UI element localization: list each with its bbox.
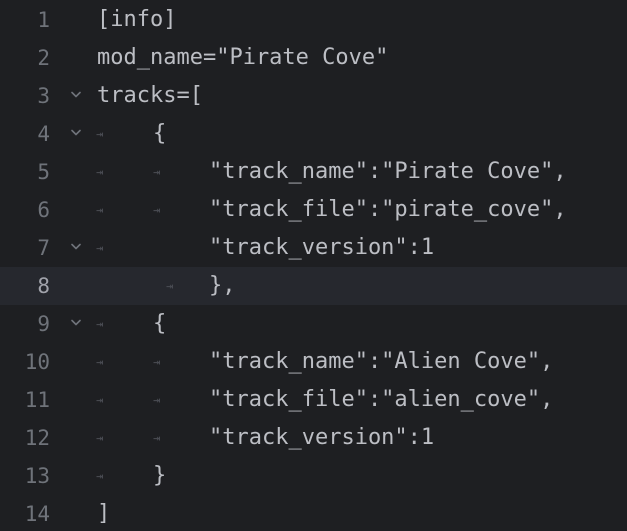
code-text: "track_name":"Alien Cove", [209,349,554,374]
line-number: 1 [37,8,50,32]
tab-marker-icon: ⇥ [153,355,161,369]
code-text: }, [209,273,236,298]
line-number: 8 [37,274,50,298]
tab-marker-icon: ⇥ [96,355,104,369]
line-number: 12 [24,426,50,450]
line-number: 5 [37,160,50,184]
editor-line[interactable]: 1 [info] [0,1,627,39]
editor-line[interactable]: 4 ⇥ { [0,115,627,153]
line-number: 7 [37,236,50,260]
editor-line[interactable]: 12 ⇥ ⇥ "track_version":1 [0,419,627,457]
editor-line[interactable]: 6 ⇥ ⇥ "track_file":"pirate_cove", [0,191,627,229]
code-text: } [153,463,167,488]
tab-marker-icon: ⇥ [153,165,161,179]
fold-chevron-icon[interactable] [71,319,81,328]
editor-line-current[interactable]: 8 ⇥ }, [0,267,627,305]
code-text: "track_file":"alien_cove", [209,387,554,412]
code-text: "track_name":"Pirate Cove", [209,159,567,184]
tab-marker-icon: ⇥ [96,431,104,445]
code-text: [info] [97,7,177,32]
fold-chevron-icon[interactable] [71,243,81,252]
line-number: 3 [37,84,50,108]
tab-marker-icon: ⇥ [96,127,104,141]
code-text: mod_name="Pirate Cove" [97,45,389,70]
code-text: ] [97,501,111,526]
tab-marker-icon: ⇥ [153,203,161,217]
tab-marker-icon: ⇥ [166,279,174,293]
tab-marker-icon: ⇥ [96,469,104,483]
code-text: "track_file":"pirate_cove", [209,197,567,222]
tab-marker-icon: ⇥ [96,393,104,407]
editor-line[interactable]: 11 ⇥ ⇥ "track_file":"alien_cove", [0,381,627,419]
editor-line[interactable]: 9 ⇥ { [0,305,627,343]
editor-line[interactable]: 13 ⇥ } [0,457,627,495]
line-number: 4 [37,122,50,146]
line-number: 11 [24,388,50,412]
code-text: "track_version":1 [209,425,435,450]
line-number: 9 [37,312,50,336]
fold-chevron-icon[interactable] [71,129,81,138]
code-text: { [153,121,167,146]
line-number: 2 [37,46,50,70]
editor-line[interactable]: 14 ] [0,495,627,531]
line-number: 6 [37,198,50,222]
code-editor[interactable]: 1 [info] 2 mod_name="Pirate Cove" 3 trac… [0,0,627,531]
tab-marker-icon: ⇥ [153,431,161,445]
line-number: 10 [24,350,50,374]
code-text: "track_version":1 [209,235,435,260]
line-number: 13 [24,464,50,488]
editor-line[interactable]: 10 ⇥ ⇥ "track_name":"Alien Cove", [0,343,627,381]
editor-line[interactable]: 3 tracks=[ [0,77,627,115]
line-number: 14 [24,502,50,526]
fold-chevron-icon[interactable] [71,91,81,100]
code-text: tracks=[ [97,83,203,108]
editor-line[interactable]: 5 ⇥ ⇥ "track_name":"Pirate Cove", [0,153,627,191]
tab-marker-icon: ⇥ [96,317,104,331]
tab-marker-icon: ⇥ [96,241,104,255]
editor-line[interactable]: 2 mod_name="Pirate Cove" [0,39,627,77]
editor-line[interactable]: 7 ⇥ "track_version":1 [0,229,627,267]
tab-marker-icon: ⇥ [153,393,161,407]
tab-marker-icon: ⇥ [96,165,104,179]
tab-marker-icon: ⇥ [96,203,104,217]
code-text: { [153,311,167,336]
